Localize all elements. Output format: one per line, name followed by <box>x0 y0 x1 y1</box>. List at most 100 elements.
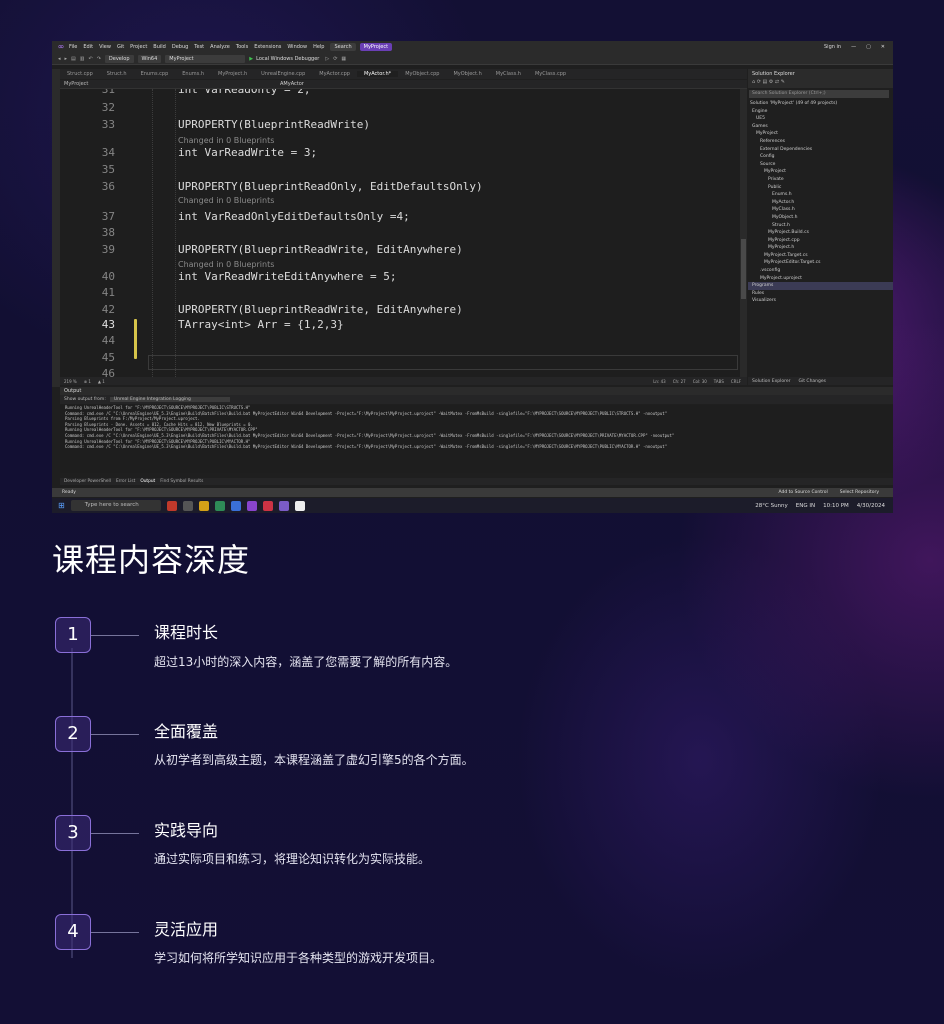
tab-myclass-h[interactable]: MyClass.h <box>489 71 528 77</box>
code-line[interactable]: int VarReadOnlyEditDefaultsOnly =4; <box>178 210 410 223</box>
solution-tree-item[interactable]: External Dependencies <box>748 146 893 154</box>
solution-tree-item[interactable]: MyProject.h <box>748 244 893 252</box>
solution-tree-item[interactable]: MyActor.h <box>748 199 893 207</box>
codelens-hint[interactable]: Changed in 0 Blueprints <box>178 196 274 205</box>
code-line[interactable]: UPROPERTY(BlueprintReadOnly, EditDefault… <box>178 180 483 193</box>
app-icon[interactable] <box>262 500 273 511</box>
clock-time[interactable]: 10:10 PM <box>823 503 849 509</box>
solution-tree-item[interactable]: Public <box>748 184 893 192</box>
tab-find-symbol-results[interactable]: Find Symbol Results <box>160 479 203 484</box>
menu-extensions[interactable]: Extensions <box>254 44 281 50</box>
tab-myobject-h[interactable]: MyObject.h <box>446 71 488 77</box>
close-icon[interactable]: ✕ <box>881 44 885 50</box>
tab-output[interactable]: Output <box>140 479 155 484</box>
visual-studio-icon[interactable] <box>278 500 289 511</box>
solution-tree-item[interactable]: MyObject.h <box>748 214 893 222</box>
menu-help[interactable]: Help <box>313 44 324 50</box>
language-indicator[interactable]: ENG IN <box>796 503 815 509</box>
codelens-hint[interactable]: Changed in 0 Blueprints <box>178 260 274 269</box>
menu-window[interactable]: Window <box>287 44 307 50</box>
solution-tree-item[interactable]: MyProject.Build.cs <box>748 229 893 237</box>
output-source-dropdown[interactable]: Unreal Engine Integration Logging <box>109 397 230 402</box>
tab-myclass-cpp[interactable]: MyClass.cpp <box>528 71 573 77</box>
code-line[interactable]: TArray<int> Arr = {1,2,3} <box>178 318 344 331</box>
solution-tree-item[interactable]: Enums.h <box>748 191 893 199</box>
menu-build[interactable]: Build <box>153 44 166 50</box>
weather-widget[interactable]: 28°C Sunny <box>755 503 788 509</box>
editor-scrollbar[interactable] <box>740 89 747 379</box>
code-line[interactable]: int VarReadOnly = 2; <box>178 89 310 96</box>
solution-tree-item[interactable]: MyProject.uproject <box>748 275 893 283</box>
solution-tree-item[interactable]: MyProject <box>748 130 893 138</box>
solution-tree-item[interactable]: MyClass.h <box>748 206 893 214</box>
tab-developer-powershell[interactable]: Developer PowerShell <box>64 479 111 484</box>
tab-myobject-cpp[interactable]: MyObject.cpp <box>398 71 446 77</box>
sign-in-link[interactable]: Sign in <box>824 44 841 50</box>
menu-edit[interactable]: Edit <box>83 44 93 50</box>
tab-unrealengine-cpp[interactable]: UnrealEngine.cpp <box>254 71 312 77</box>
warning-count[interactable]: ▲ 1 <box>98 379 105 384</box>
code-line[interactable]: UPROPERTY(BlueprintReadWrite, EditAnywhe… <box>178 303 463 316</box>
solution-search-input[interactable]: Search Solution Explorer (Ctrl+;) <box>749 90 889 98</box>
solution-tree-item[interactable]: MyProject.Target.cs <box>748 252 893 260</box>
tab-enums-cpp[interactable]: Enums.cpp <box>134 71 176 77</box>
debugger-button[interactable]: Local Windows Debugger <box>256 56 319 62</box>
tab-solution-explorer[interactable]: Solution Explorer <box>752 379 791 384</box>
maximize-icon[interactable]: ▢ <box>866 44 871 50</box>
tab-git-changes[interactable]: Git Changes <box>799 379 827 384</box>
forward-icon[interactable]: ▸ <box>65 56 68 62</box>
tab-error-list[interactable]: Error List <box>116 479 135 484</box>
solution-tree-item[interactable]: References <box>748 138 893 146</box>
menu-project[interactable]: Project <box>130 44 147 50</box>
save-all-icon[interactable]: ▥ <box>80 56 85 62</box>
play-outline-icon[interactable]: ▷ <box>325 56 329 62</box>
app-icon[interactable] <box>230 500 241 511</box>
solution-tree-item[interactable]: Visualizers <box>748 297 893 305</box>
clock-date[interactable]: 4/30/2024 <box>857 503 885 509</box>
menu-git[interactable]: Git <box>117 44 124 50</box>
unreal-engine-icon[interactable] <box>294 500 305 511</box>
menu-file[interactable]: File <box>69 44 77 50</box>
solution-tree-item[interactable]: MyProject <box>748 168 893 176</box>
save-icon[interactable]: ▤ <box>71 56 76 62</box>
platform-dropdown[interactable]: Win64 <box>137 54 162 63</box>
minimize-icon[interactable]: — <box>851 44 856 50</box>
indent-mode[interactable]: TABS <box>714 379 724 384</box>
menu-test[interactable]: Test <box>194 44 204 50</box>
windows-start-icon[interactable]: ⊞ <box>58 501 65 510</box>
error-count[interactable]: ⊗ 1 <box>84 379 91 384</box>
run-icon[interactable]: ▶ <box>249 56 253 62</box>
nav-project-dropdown[interactable]: MyProject <box>60 81 180 87</box>
refresh-icon[interactable]: ⟳ <box>333 56 337 62</box>
solution-tree-item[interactable]: Rules <box>748 290 893 298</box>
ide-search-box[interactable]: Search <box>330 43 356 51</box>
codelens-hint[interactable]: Changed in 0 Blueprints <box>178 136 274 145</box>
solution-tree-item[interactable]: Games <box>748 123 893 131</box>
app-icon[interactable] <box>246 500 257 511</box>
nav-class-dropdown[interactable]: AMyActor <box>280 81 304 87</box>
code-editor[interactable]: 31 int VarReadOnly = 2; 32 33 UPROPERTY(Blue… <box>60 89 740 379</box>
solution-tree-item[interactable]: Source <box>748 161 893 169</box>
menu-analyze[interactable]: Analyze <box>210 44 230 50</box>
menu-view[interactable]: View <box>99 44 111 50</box>
code-line[interactable]: int VarReadWrite = 3; <box>178 146 317 159</box>
solution-tree[interactable]: Solution 'MyProject' (49 of 49 projects)… <box>748 100 893 380</box>
menu-tools[interactable]: Tools <box>236 44 248 50</box>
solution-tree-item[interactable]: Private <box>748 176 893 184</box>
task-view-icon[interactable] <box>182 500 193 511</box>
solution-tree-item[interactable]: .vsconfig <box>748 267 893 275</box>
solution-tree-item[interactable]: Programs <box>748 282 893 290</box>
tab-enums-h[interactable]: Enums.h <box>175 71 211 77</box>
zoom-level[interactable]: 219 % <box>64 379 77 384</box>
solution-tree-item[interactable]: Config <box>748 153 893 161</box>
taskbar-search-input[interactable]: Type here to search <box>70 500 161 511</box>
code-line[interactable]: int VarReadWriteEditAnywhere = 5; <box>178 270 397 283</box>
startup-project-dropdown[interactable]: MyProject <box>165 54 246 63</box>
tab-myactor-h[interactable]: MyActor.h* <box>356 71 399 77</box>
tab-struct-h[interactable]: Struct.h <box>100 71 134 77</box>
solution-tree-item[interactable]: Struct.h <box>748 222 893 230</box>
menu-debug[interactable]: Debug <box>172 44 188 50</box>
tab-struct-cpp[interactable]: Struct.cpp <box>60 71 100 77</box>
tab-myproject-h[interactable]: MyProject.h <box>211 71 254 77</box>
line-endings[interactable]: CRLF <box>731 379 741 384</box>
